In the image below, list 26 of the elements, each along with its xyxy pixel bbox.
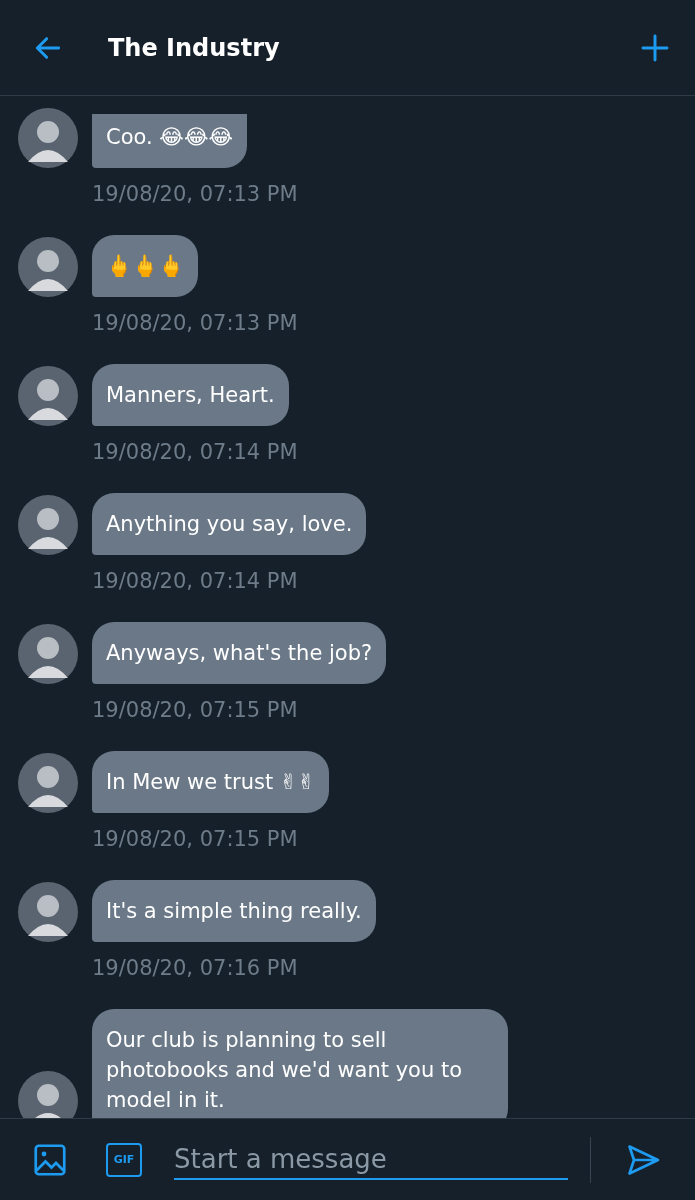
message-time: 19/08/20, 07:16 PM <box>92 956 299 980</box>
message-bubble: In Mew we trust ✌✌ <box>92 751 330 813</box>
avatar[interactable] <box>18 366 78 426</box>
message-input[interactable]: Start a message <box>174 1139 568 1180</box>
message-bubble: It's a simple thing really. <box>92 880 376 942</box>
message-bubble: Coo. 😂😂😂 <box>92 114 247 168</box>
message-time: 19/08/20, 07:14 PM <box>92 440 299 464</box>
gif-button[interactable]: GIF <box>106 1142 142 1177</box>
avatar[interactable] <box>18 624 78 684</box>
image-icon[interactable] <box>32 1141 68 1178</box>
avatar[interactable] <box>18 237 78 297</box>
message-time: 19/08/20, 07:13 PM <box>92 311 299 335</box>
message-time: 19/08/20, 07:14 PM <box>92 569 299 593</box>
message-bubble: Anyways, what's the job? <box>92 622 387 684</box>
message-time: 19/08/20, 07:15 PM <box>92 827 299 851</box>
avatar[interactable] <box>18 753 78 813</box>
message-time: 19/08/20, 07:15 PM <box>92 698 299 722</box>
message-bubble: 🖕🖕🖕 <box>92 235 198 297</box>
message-bubble: Manners, Heart. <box>92 364 289 426</box>
conversation-title: The Industry <box>108 33 281 62</box>
message-time: 19/08/20, 07:13 PM <box>92 182 299 206</box>
avatar[interactable] <box>18 495 78 555</box>
avatar[interactable] <box>18 108 78 168</box>
avatar[interactable] <box>18 882 78 942</box>
message-bubble: Anything you say, love. <box>92 493 367 555</box>
message-bubble: Our club is planning to sell photobooks and we'd want you to model in it. <box>92 1009 508 1118</box>
